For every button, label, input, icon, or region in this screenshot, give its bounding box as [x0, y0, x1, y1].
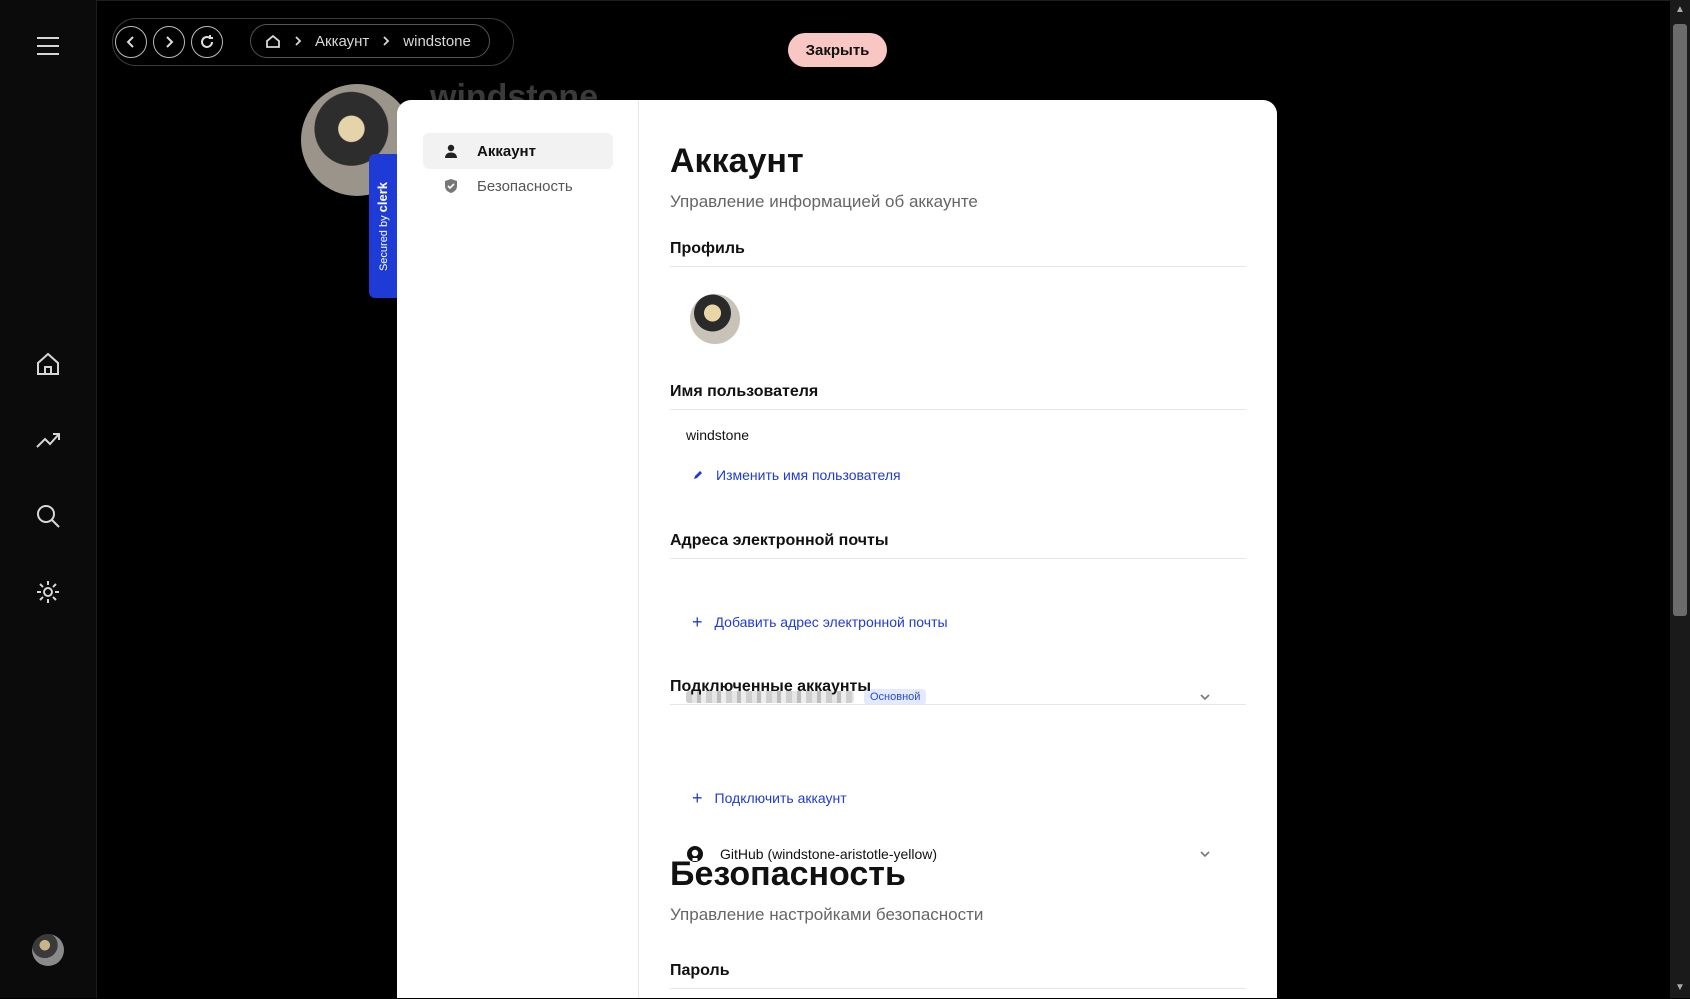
back-button[interactable]: [115, 26, 147, 58]
plus-icon: +: [692, 788, 703, 808]
clerk-badge[interactable]: Secured by clerk: [369, 154, 397, 298]
user-avatar[interactable]: [32, 934, 64, 966]
modal-sidebar: Аккаунт Безопасность: [397, 100, 639, 998]
breadcrumb: Аккаунт windstone: [250, 24, 490, 58]
sidebar-item-account[interactable]: Аккаунт: [423, 133, 613, 169]
change-username-label: Изменить имя пользователя: [716, 467, 901, 483]
shield-icon: [445, 179, 457, 193]
trending-icon[interactable]: [30, 422, 66, 458]
email-heading: Адреса электронной почты: [670, 532, 1246, 559]
clerk-logo: clerk: [375, 181, 391, 212]
security-subtitle: Управление настройками безопасности: [670, 905, 984, 924]
chevron-down-icon[interactable]: [1198, 847, 1212, 861]
password-heading: Пароль: [670, 962, 1246, 989]
scroll-up-icon[interactable]: ▲: [1675, 4, 1685, 15]
left-rail: [0, 0, 97, 998]
profile-avatar[interactable]: [690, 294, 740, 344]
sidebar-item-label: Безопасность: [477, 177, 573, 195]
breadcrumb-item[interactable]: Аккаунт: [315, 33, 369, 50]
home-icon[interactable]: [265, 33, 281, 49]
search-icon[interactable]: [30, 498, 66, 534]
sidebar-item-label: Аккаунт: [477, 142, 536, 160]
profile-heading: Профиль: [670, 240, 1246, 267]
close-button[interactable]: Закрыть: [788, 33, 887, 67]
scrollbar-thumb[interactable]: [1673, 24, 1687, 616]
username-heading: Имя пользователя: [670, 383, 1246, 410]
connect-account-label: Подключить аккаунт: [714, 790, 847, 806]
settings-icon[interactable]: [30, 574, 66, 610]
pencil-icon: [694, 471, 702, 479]
scroll-down-icon[interactable]: ▼: [1675, 982, 1685, 993]
chevron-right-icon: [295, 36, 302, 46]
menu-icon[interactable]: [30, 28, 66, 64]
sidebar-item-security[interactable]: Безопасность: [423, 168, 613, 204]
username-value: windstone: [686, 427, 750, 443]
plus-icon: +: [692, 612, 703, 632]
page-scrollbar[interactable]: ▲ ▼: [1670, 0, 1690, 998]
change-username-button[interactable]: Изменить имя пользователя: [692, 467, 901, 483]
add-email-button[interactable]: + Добавить адрес электронной почты: [692, 612, 948, 632]
chevron-right-icon: [383, 36, 390, 46]
add-email-label: Добавить адрес электронной почты: [714, 614, 948, 630]
home-icon[interactable]: [30, 346, 66, 382]
secured-by-label: Secured by: [378, 214, 391, 271]
reload-button[interactable]: [191, 26, 223, 58]
forward-button[interactable]: [153, 26, 185, 58]
page-subtitle: Управление информацией об аккаунте: [670, 192, 978, 211]
user-icon: [445, 144, 457, 158]
connect-account-button[interactable]: + Подключить аккаунт: [692, 788, 847, 808]
security-title: Безопасность: [670, 855, 906, 893]
page-title: Аккаунт: [670, 142, 804, 180]
breadcrumb-item[interactable]: windstone: [403, 33, 471, 50]
account-modal: Аккаунт Безопасность Аккаунт Управление …: [397, 100, 1277, 998]
connected-accounts-heading: Подключенные аккаунты: [670, 678, 1246, 705]
